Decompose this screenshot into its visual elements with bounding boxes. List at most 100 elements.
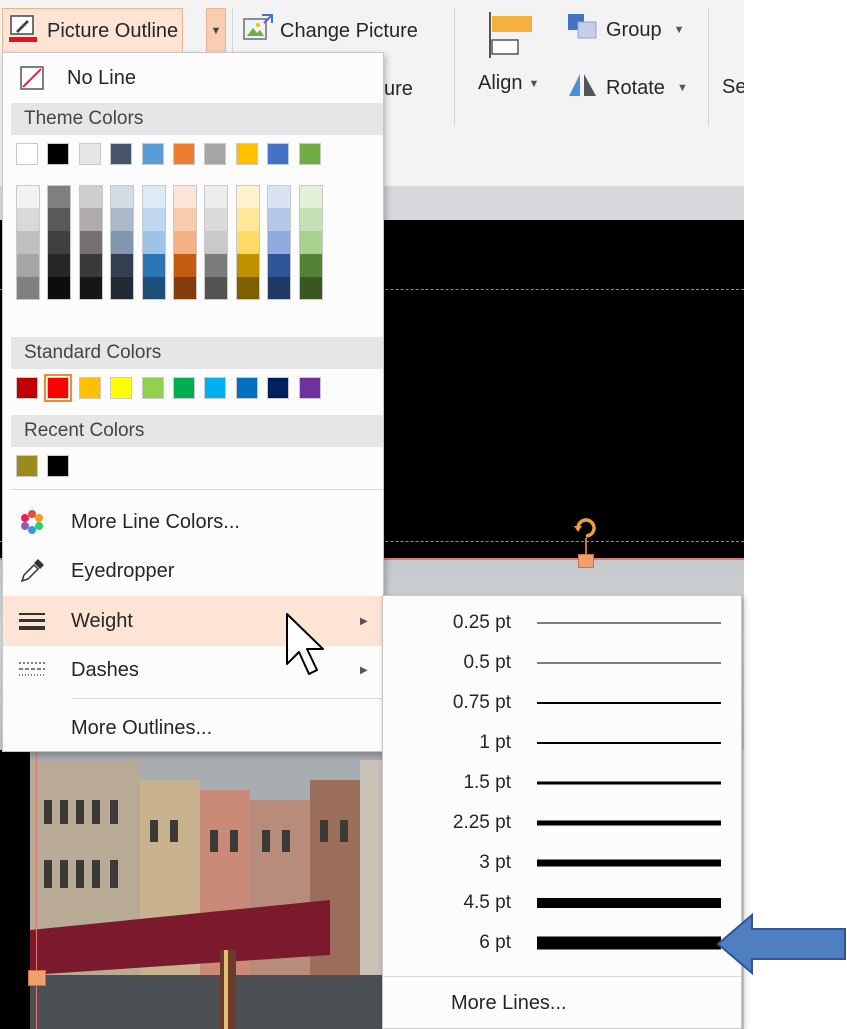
more-outlines-item[interactable]: More Outlines... bbox=[3, 708, 383, 748]
theme-shade-swatch[interactable] bbox=[235, 277, 260, 300]
picture-outline-button[interactable]: Picture Outline bbox=[2, 8, 184, 54]
theme-shade-swatch[interactable] bbox=[235, 254, 260, 277]
recent-color-swatch[interactable] bbox=[47, 455, 70, 477]
theme-shade-swatch[interactable] bbox=[298, 185, 323, 208]
theme-shade-swatch[interactable] bbox=[173, 208, 197, 231]
theme-shade-swatch[interactable] bbox=[141, 208, 166, 231]
theme-shade-swatch[interactable] bbox=[78, 231, 103, 254]
theme-color-swatch[interactable] bbox=[47, 143, 70, 165]
weight-option[interactable]: 1.5 pt bbox=[383, 763, 741, 803]
weight-option[interactable]: 4.5 pt bbox=[383, 883, 741, 923]
theme-shade-swatch[interactable] bbox=[47, 208, 72, 231]
weight-option[interactable]: 2.25 pt bbox=[383, 803, 741, 843]
theme-shade-swatch[interactable] bbox=[173, 185, 197, 208]
weight-option[interactable]: 3 pt bbox=[383, 843, 741, 883]
theme-shade-swatch[interactable] bbox=[141, 231, 166, 254]
theme-shade-swatch[interactable] bbox=[141, 277, 166, 300]
standard-color-swatch[interactable] bbox=[267, 377, 290, 399]
theme-shade-swatch[interactable] bbox=[235, 231, 260, 254]
theme-shade-swatch[interactable] bbox=[267, 277, 292, 300]
theme-shade-swatch[interactable] bbox=[16, 277, 40, 300]
weight-option[interactable]: 0.5 pt bbox=[383, 643, 741, 683]
theme-shade-swatch[interactable] bbox=[110, 254, 135, 277]
standard-color-swatch[interactable] bbox=[110, 377, 133, 399]
theme-shade-swatch[interactable] bbox=[267, 254, 292, 277]
weight-option[interactable]: 0.25 pt bbox=[383, 603, 741, 643]
standard-color-swatch[interactable] bbox=[44, 374, 73, 402]
theme-shade-swatch[interactable] bbox=[78, 277, 103, 300]
dashes-item[interactable]: Dashes ▶ bbox=[3, 650, 383, 690]
standard-color-swatch[interactable] bbox=[298, 377, 321, 399]
theme-shade-swatch[interactable] bbox=[204, 231, 229, 254]
theme-shade-swatch[interactable] bbox=[204, 208, 229, 231]
theme-color-swatch[interactable] bbox=[172, 143, 195, 165]
weight-option[interactable]: 0.75 pt bbox=[383, 683, 741, 723]
theme-color-swatch[interactable] bbox=[267, 143, 290, 165]
theme-color-swatch[interactable] bbox=[235, 143, 258, 165]
theme-shade-swatch[interactable] bbox=[78, 185, 103, 208]
theme-shade-swatch[interactable] bbox=[16, 231, 40, 254]
standard-color-swatch[interactable] bbox=[172, 377, 195, 399]
theme-color-swatch[interactable] bbox=[78, 143, 101, 165]
standard-color-swatch[interactable] bbox=[204, 377, 227, 399]
theme-shade-swatch[interactable] bbox=[267, 231, 292, 254]
standard-color-swatch[interactable] bbox=[141, 377, 164, 399]
rotate-button[interactable]: Rotate ▼ bbox=[566, 70, 688, 106]
weight-option[interactable]: 1 pt bbox=[383, 723, 741, 763]
theme-shade-swatch[interactable] bbox=[47, 231, 72, 254]
change-picture-button[interactable]: Change Picture bbox=[242, 12, 418, 50]
standard-color-swatch[interactable] bbox=[78, 377, 101, 399]
theme-shade-swatch[interactable] bbox=[298, 254, 323, 277]
more-line-colors-item[interactable]: More Line Colors... bbox=[3, 502, 383, 542]
recent-color-swatch[interactable] bbox=[16, 455, 38, 477]
rotate-handle-icon[interactable] bbox=[572, 514, 600, 542]
weight-option[interactable]: 6 pt bbox=[383, 923, 741, 963]
resize-handle[interactable] bbox=[578, 554, 594, 568]
theme-shade-swatch[interactable] bbox=[78, 254, 103, 277]
selection-pane-button[interactable]: Se bbox=[722, 72, 744, 102]
theme-color-swatch[interactable] bbox=[110, 143, 133, 165]
theme-shade-swatch[interactable] bbox=[204, 254, 229, 277]
theme-shade-swatch[interactable] bbox=[141, 185, 166, 208]
venice-photo[interactable] bbox=[30, 750, 390, 1029]
align-button[interactable]: Align ▼ bbox=[478, 10, 539, 95]
theme-color-swatch[interactable] bbox=[204, 143, 227, 165]
weight-item[interactable]: Weight ▶ bbox=[3, 596, 383, 646]
theme-shade-swatch[interactable] bbox=[267, 185, 292, 208]
theme-shade-swatch[interactable] bbox=[267, 208, 292, 231]
theme-color-swatch[interactable] bbox=[16, 143, 38, 165]
reset-picture-button[interactable]: ure bbox=[384, 76, 413, 102]
theme-shade-swatch[interactable] bbox=[16, 185, 40, 208]
more-lines-item[interactable]: More Lines... bbox=[451, 992, 567, 1015]
theme-shade-swatch[interactable] bbox=[110, 231, 135, 254]
group-button[interactable]: Group ▼ bbox=[566, 12, 684, 48]
theme-shade-swatch[interactable] bbox=[110, 185, 135, 208]
theme-shade-swatch[interactable] bbox=[141, 254, 166, 277]
resize-handle[interactable] bbox=[28, 970, 46, 986]
theme-shade-swatch[interactable] bbox=[173, 254, 197, 277]
theme-shade-swatch[interactable] bbox=[47, 254, 72, 277]
theme-shade-swatch[interactable] bbox=[298, 231, 323, 254]
theme-shade-swatch[interactable] bbox=[78, 208, 103, 231]
eyedropper-item[interactable]: Eyedropper bbox=[3, 551, 383, 591]
theme-shade-swatch[interactable] bbox=[204, 185, 229, 208]
theme-shade-swatch[interactable] bbox=[235, 208, 260, 231]
theme-shade-swatch[interactable] bbox=[16, 208, 40, 231]
theme-color-swatch[interactable] bbox=[298, 143, 321, 165]
theme-shade-swatch[interactable] bbox=[16, 254, 40, 277]
theme-shade-swatch[interactable] bbox=[298, 208, 323, 231]
theme-shade-swatch[interactable] bbox=[173, 231, 197, 254]
theme-shade-swatch[interactable] bbox=[47, 185, 72, 208]
theme-shade-swatch[interactable] bbox=[173, 277, 197, 300]
picture-outline-dropdown-arrow[interactable]: ▼ bbox=[206, 8, 226, 54]
theme-shade-swatch[interactable] bbox=[110, 277, 135, 300]
theme-shade-swatch[interactable] bbox=[47, 277, 72, 300]
theme-shade-swatch[interactable] bbox=[110, 208, 135, 231]
standard-color-swatch[interactable] bbox=[16, 377, 38, 399]
no-line-item[interactable]: No Line bbox=[3, 59, 383, 97]
theme-color-swatch[interactable] bbox=[141, 143, 164, 165]
theme-shade-swatch[interactable] bbox=[204, 277, 229, 300]
standard-color-swatch[interactable] bbox=[235, 377, 258, 399]
theme-shade-swatch[interactable] bbox=[235, 185, 260, 208]
theme-shade-swatch[interactable] bbox=[298, 277, 323, 300]
